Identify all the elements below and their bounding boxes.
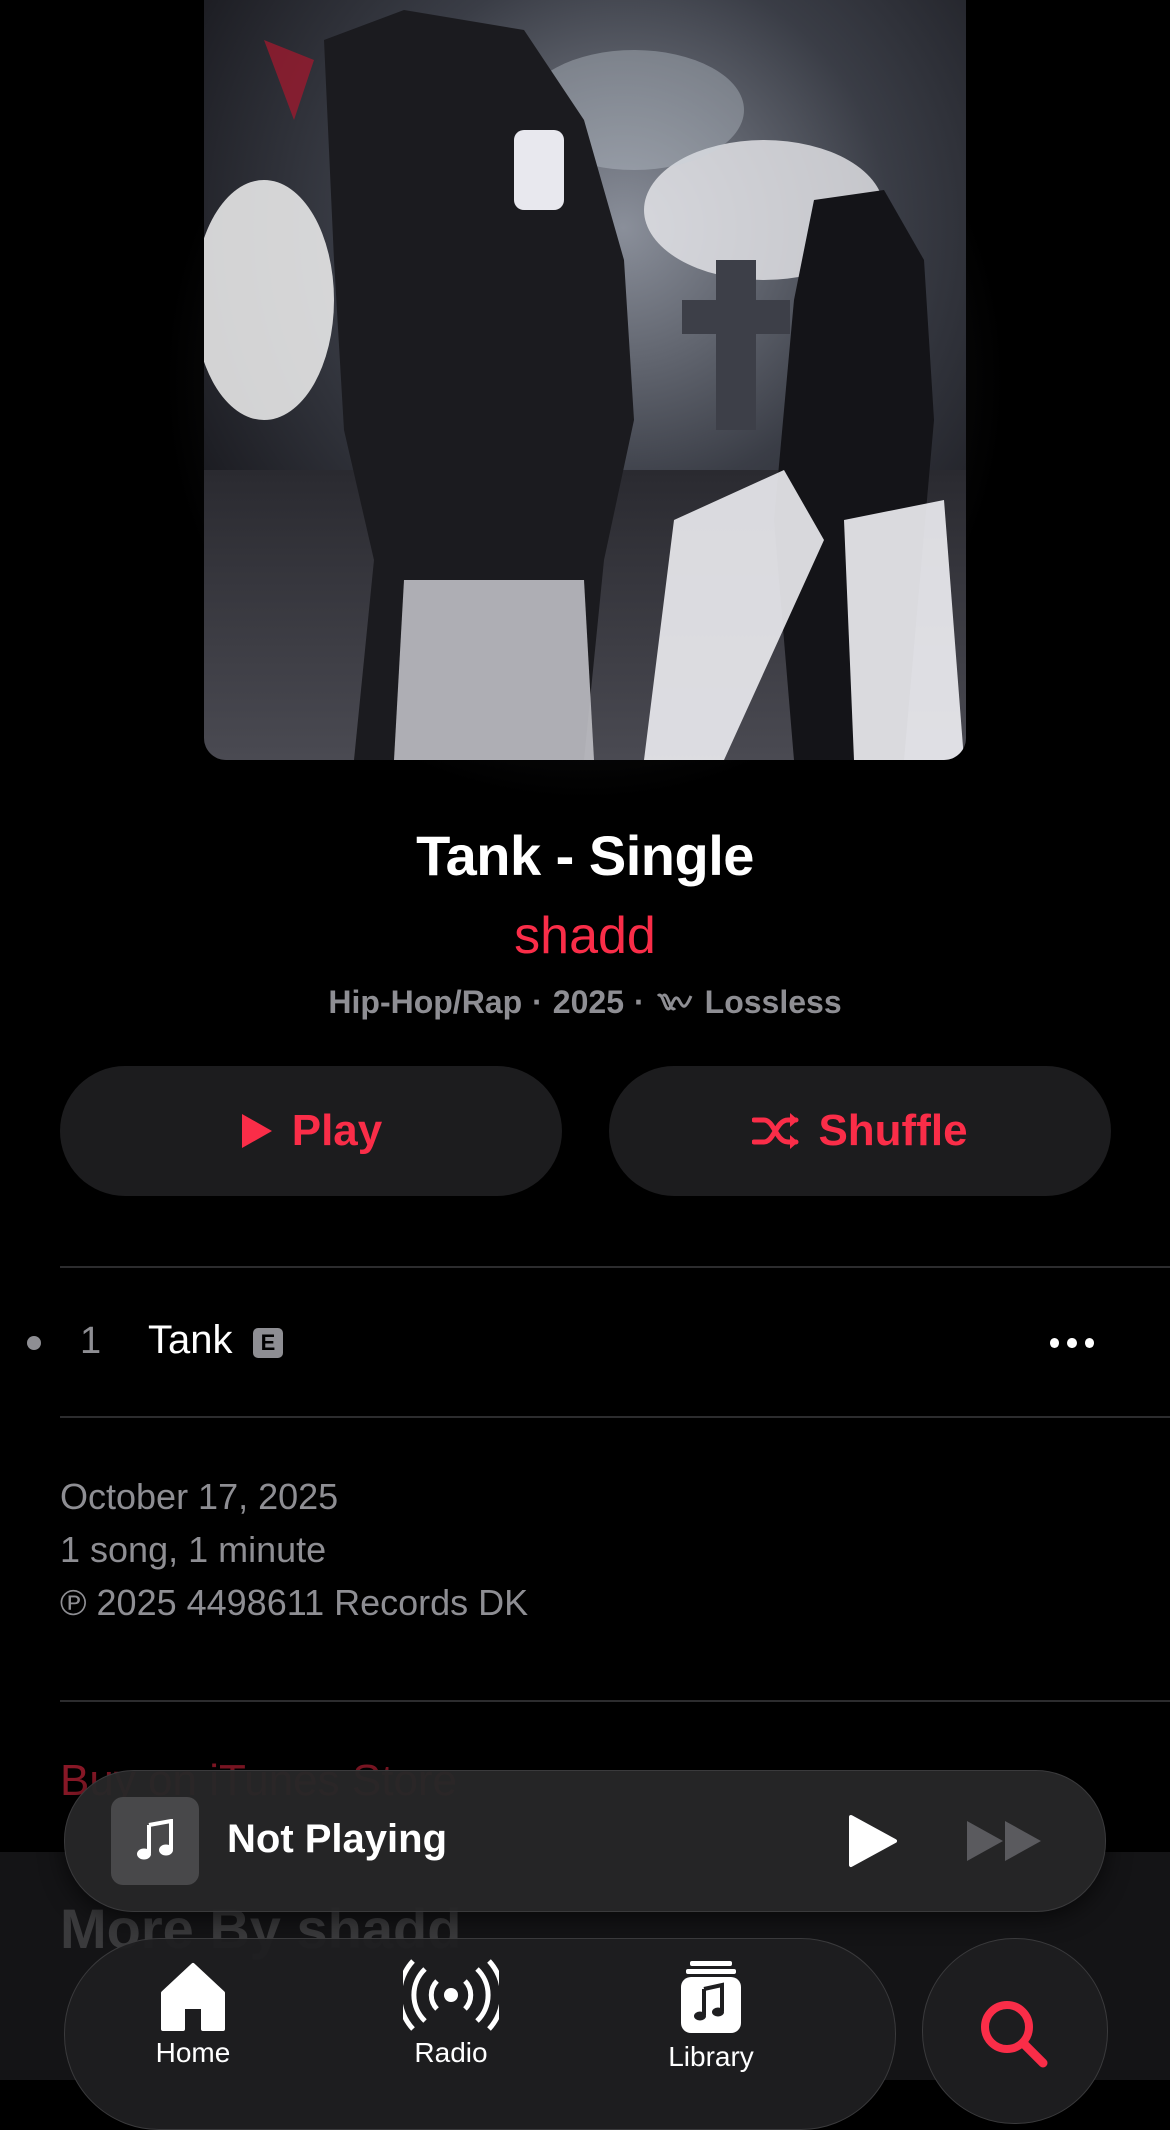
genre: Hip-Hop/Rap — [328, 984, 523, 1020]
mini-player[interactable]: Not Playing — [64, 1770, 1106, 1912]
play-icon[interactable] — [841, 1813, 901, 1869]
copyright: ℗ 2025 4498611 Records DK — [60, 1582, 529, 1623]
album-artwork — [204, 0, 966, 760]
search-button[interactable] — [922, 1938, 1108, 2124]
forward-icon[interactable] — [963, 1817, 1047, 1865]
radio-icon — [403, 1959, 499, 2031]
shuffle-label: Shuffle — [818, 1106, 968, 1155]
track-indicator-dot — [27, 1336, 41, 1350]
divider — [60, 1700, 1170, 1702]
shuffle-button[interactable]: Shuffle — [609, 1066, 1111, 1196]
meta-separator: · — [633, 984, 645, 1020]
tab-library-label: Library — [668, 2041, 754, 2072]
play-button[interactable]: Play — [60, 1066, 562, 1196]
track-title: Tank — [148, 1318, 233, 1362]
now-playing-status: Not Playing — [227, 1817, 448, 1861]
shuffle-icon — [752, 1113, 799, 1149]
tab-home-label: Home — [155, 2037, 231, 2068]
release-date: October 17, 2025 — [60, 1476, 339, 1517]
mini-player-artwork — [111, 1797, 199, 1885]
tab-home[interactable]: Home — [103, 1959, 283, 2069]
track-row[interactable]: 1 Tank E — [0, 1268, 1170, 1418]
song-summary: 1 song, 1 minute — [60, 1529, 327, 1570]
tab-bar: Home Radio Library — [64, 1938, 896, 2130]
music-note-icon — [137, 1819, 173, 1860]
explicit-badge: E — [253, 1328, 283, 1358]
meta-separator: · — [532, 984, 543, 1020]
quality-label: Lossless — [704, 984, 842, 1020]
artist-link[interactable]: shadd — [0, 906, 1170, 966]
play-icon — [241, 1114, 272, 1148]
lossless-icon — [656, 993, 693, 1010]
tab-radio[interactable]: Radio — [361, 1959, 541, 2069]
play-label: Play — [291, 1106, 383, 1155]
album-title: Tank - Single — [416, 824, 754, 887]
album-meta: Hip-Hop/Rap · 2025 · Lossless — [0, 984, 1170, 1021]
more-icon[interactable] — [1050, 1328, 1094, 1358]
divider — [60, 1416, 1170, 1418]
search-icon — [981, 2001, 1048, 2068]
tab-library[interactable]: Library — [621, 1959, 801, 2073]
library-icon — [681, 1961, 741, 2033]
tab-radio-label: Radio — [414, 2037, 488, 2068]
release-year: 2025 — [552, 984, 624, 1020]
album-info: October 17, 2025 1 song, 1 minute ℗ 2025… — [60, 1470, 528, 1629]
track-number: 1 — [80, 1320, 102, 1362]
home-icon — [161, 1963, 225, 2031]
